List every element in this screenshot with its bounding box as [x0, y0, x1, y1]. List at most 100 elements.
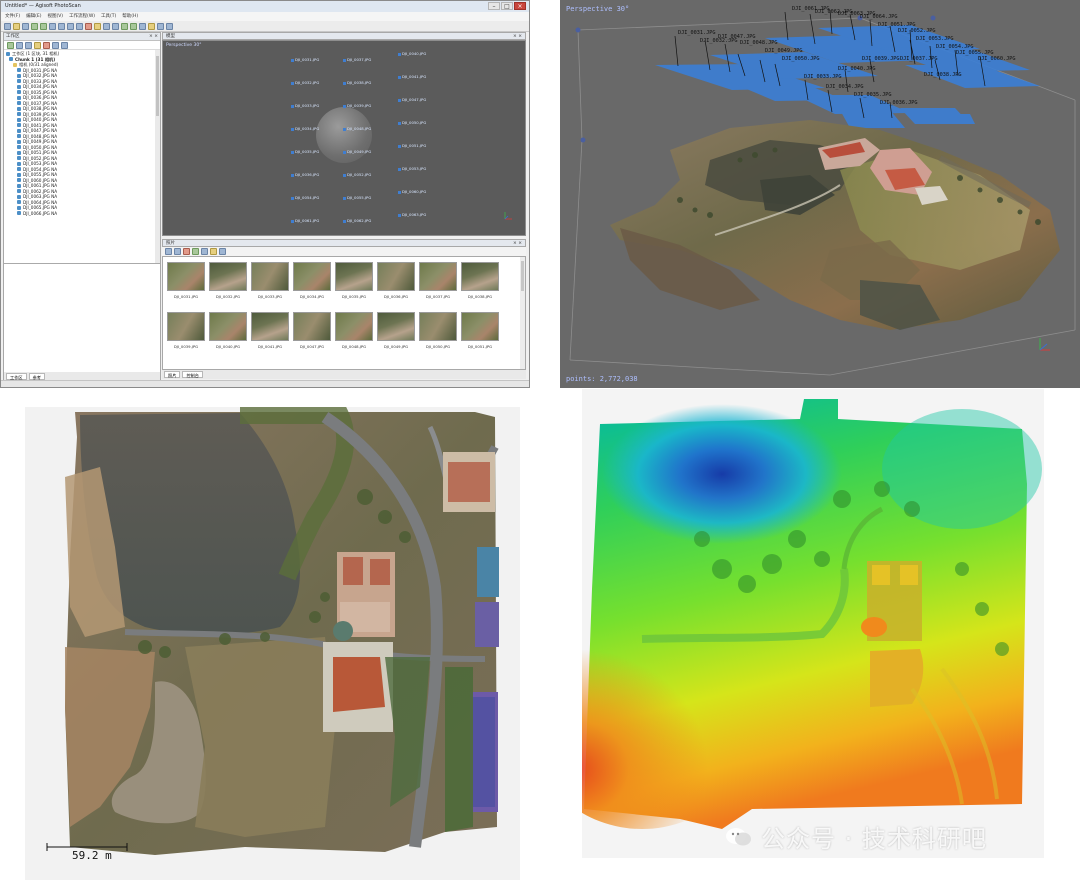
photo-thumbnail[interactable]: [461, 312, 499, 341]
menu-workflow[interactable]: 工作流程(W): [69, 12, 95, 21]
camera-marker[interactable]: DJI_0032.JPG: [291, 80, 319, 85]
undo-icon[interactable]: [31, 23, 38, 30]
model-viewport[interactable]: Perspective 30° DJI_0031.JPG DJI_0037.JPG…: [162, 40, 526, 236]
menu-help[interactable]: 帮助(H): [122, 12, 138, 21]
tab-reference[interactable]: 参考: [28, 373, 45, 380]
photo-label: DJI_0048.JPG: [341, 344, 367, 349]
camera-icon: [17, 139, 21, 144]
menu-view[interactable]: 视图(V): [47, 12, 63, 21]
photo-thumbnail[interactable]: [377, 262, 415, 291]
photo-thumbnail[interactable]: [293, 262, 331, 291]
menu-file[interactable]: 文件(F): [5, 12, 20, 21]
camera-marker[interactable]: DJI_0041.JPG: [398, 74, 426, 79]
camera-marker[interactable]: DJI_0053.JPG: [398, 166, 426, 171]
open-icon[interactable]: [13, 23, 20, 30]
menu-tools[interactable]: 工具(T): [101, 12, 116, 21]
photo-thumbnail[interactable]: [167, 262, 205, 291]
photo-thumbnail[interactable]: [419, 312, 457, 341]
enable-icon[interactable]: [52, 42, 59, 49]
navigation-icon[interactable]: [49, 23, 56, 30]
tab-workspace[interactable]: 工作区: [6, 373, 27, 380]
menu-edit[interactable]: 编辑(E): [26, 12, 41, 21]
reset-view-icon[interactable]: [166, 23, 173, 30]
disable-photo-icon[interactable]: [201, 248, 208, 255]
camera-marker[interactable]: DJI_0049.JPG: [343, 149, 371, 154]
camera-marker[interactable]: DJI_0037.JPG: [343, 57, 371, 62]
camera-marker[interactable]: DJI_0039.JPG: [343, 103, 371, 108]
camera-marker[interactable]: DJI_0048.JPG: [343, 126, 371, 131]
pane-close-icon[interactable]: × ×: [513, 33, 522, 40]
rectangle-select-icon[interactable]: [58, 23, 65, 30]
enable-photo-icon[interactable]: [192, 248, 199, 255]
pane-close-icon[interactable]: × ×: [149, 33, 158, 41]
camera-marker[interactable]: DJI_0038.JPG: [343, 80, 371, 85]
remove-photo-icon[interactable]: [183, 248, 190, 255]
dense-cloud-viewport[interactable]: DJI_0061.JPG DJI_0062.JPG DJI_0063.JPG DJI_…: [560, 0, 1080, 388]
camera-marker[interactable]: DJI_0034.JPG: [291, 126, 319, 131]
point-count: points: 2,772,038: [566, 375, 638, 383]
camera-marker[interactable]: DJI_0031.JPG: [291, 57, 319, 62]
photos-scrollbar[interactable]: [520, 257, 525, 369]
redo-icon[interactable]: [40, 23, 47, 30]
rotate-icon[interactable]: [103, 23, 110, 30]
photo-thumbnail[interactable]: [251, 312, 289, 341]
camera-marker[interactable]: DJI_0051.JPG: [398, 143, 426, 148]
free-select-icon[interactable]: [76, 23, 83, 30]
dense-cloud-icon[interactable]: [130, 23, 137, 30]
crop-icon[interactable]: [94, 23, 101, 30]
camera-marker[interactable]: DJI_0060.JPG: [398, 189, 426, 194]
camera-marker[interactable]: DJI_0036.JPG: [291, 172, 319, 177]
tab-photos[interactable]: 照片: [164, 371, 181, 378]
camera-marker[interactable]: DJI_0054.JPG: [291, 195, 319, 200]
camera-marker[interactable]: DJI_0061.JPG: [291, 218, 319, 223]
camera-marker[interactable]: DJI_0050.JPG: [398, 120, 426, 125]
photo-thumbnail[interactable]: [419, 262, 457, 291]
photo-thumbnail[interactable]: [209, 262, 247, 291]
dem-view: 公众号 · 技术科研吧: [582, 389, 1044, 858]
add-photos-icon[interactable]: [16, 42, 23, 49]
close-button[interactable]: ×: [514, 2, 526, 10]
point-cloud-icon[interactable]: [121, 23, 128, 30]
photo-thumbnail[interactable]: [167, 312, 205, 341]
mask-icon[interactable]: [210, 248, 217, 255]
disable-icon[interactable]: [61, 42, 68, 49]
photo-thumbnail[interactable]: [335, 312, 373, 341]
minimize-button[interactable]: –: [488, 2, 500, 10]
camera-marker[interactable]: DJI_0035.JPG: [291, 149, 319, 154]
rotate-right-icon[interactable]: [174, 248, 181, 255]
cameras-icon[interactable]: [157, 23, 164, 30]
tree-scrollbar[interactable]: [155, 50, 160, 263]
mesh-icon[interactable]: [139, 23, 146, 30]
maximize-button[interactable]: □: [501, 2, 513, 10]
camera-marker[interactable]: DJI_0063.JPG: [398, 212, 426, 217]
camera-marker[interactable]: DJI_0033.JPG: [291, 103, 319, 108]
texture-icon[interactable]: [148, 23, 155, 30]
camera-marker[interactable]: DJI_0040.JPG: [398, 51, 426, 56]
photo-thumbnail[interactable]: [377, 312, 415, 341]
pane-close-icon[interactable]: × ×: [513, 240, 522, 247]
photo-thumbnail[interactable]: [209, 312, 247, 341]
resize-icon[interactable]: [112, 23, 119, 30]
camera-marker[interactable]: DJI_0047.JPG: [398, 97, 426, 102]
photo-label: DJI_0039.JPG: [173, 344, 199, 349]
view-mode-icon[interactable]: [219, 248, 226, 255]
rotate-left-icon[interactable]: [165, 248, 172, 255]
camera-label: DJI_0053.JPG: [916, 36, 954, 42]
photo-thumbnail[interactable]: [335, 262, 373, 291]
add-chunk-icon[interactable]: [7, 42, 14, 49]
photo-thumbnail[interactable]: [461, 262, 499, 291]
circle-select-icon[interactable]: [67, 23, 74, 30]
photo-thumbnail[interactable]: [293, 312, 331, 341]
add-folder-icon[interactable]: [25, 42, 32, 49]
tab-console[interactable]: 控制台: [182, 371, 203, 378]
tree-camera-item[interactable]: DJI_0066.JPG NA: [6, 211, 158, 217]
camera-marker[interactable]: DJI_0055.JPG: [343, 195, 371, 200]
save-icon[interactable]: [22, 23, 29, 30]
pin-icon[interactable]: [34, 42, 41, 49]
delete-icon[interactable]: [85, 23, 92, 30]
photo-thumbnail[interactable]: [251, 262, 289, 291]
remove-icon[interactable]: [43, 42, 50, 49]
new-icon[interactable]: [4, 23, 11, 30]
camera-marker[interactable]: DJI_0052.JPG: [343, 172, 371, 177]
camera-marker[interactable]: DJI_0062.JPG: [343, 218, 371, 223]
